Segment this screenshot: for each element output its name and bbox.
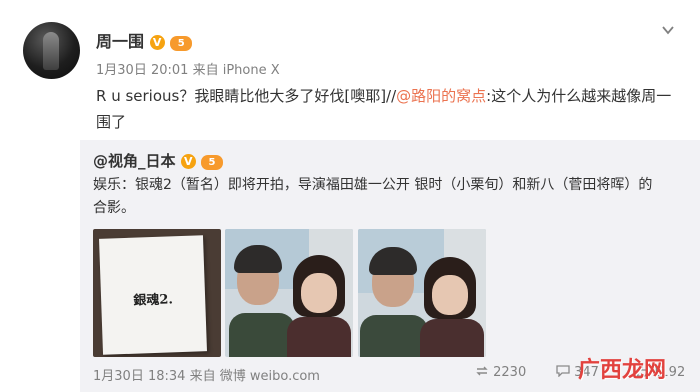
script-paper: 銀魂2. (99, 235, 207, 355)
post-text: R u serious？我眼睛比他大多了好伐[噢耶]//@路阳的窝点:这个人为什… (96, 83, 686, 135)
person2-face (432, 275, 468, 315)
person1-coat (360, 315, 428, 357)
post-source-prefix: 来自 (192, 63, 219, 78)
repost-count: 2230 (493, 365, 527, 380)
level-badge-icon: 5 (170, 36, 193, 51)
repost-verified-badge-icon: V (180, 154, 196, 169)
person2-coat (287, 317, 351, 357)
repost-image-selfie-1[interactable] (225, 229, 353, 357)
verified-badge-icon: V (149, 35, 165, 50)
post-source: iPhone X (222, 63, 280, 78)
post-time[interactable]: 1月30日 20:01 (96, 63, 188, 78)
repost-image-selfie-2[interactable] (358, 229, 486, 357)
chevron-down-icon[interactable] (660, 22, 676, 38)
repost-author-row: @视角_日本 V 5 (93, 150, 223, 171)
script-title: 銀魂2. (133, 292, 174, 309)
repost-icon (476, 366, 488, 376)
post-author-name[interactable]: 周一围 (96, 32, 144, 51)
mention-link[interactable]: @路阳的窝点 (396, 87, 486, 105)
repost-text: 娱乐：银魂2（暂名）即将开拍，导演福田雄一公开 银时（小栗旬）和新八（菅田将晖）… (93, 177, 653, 216)
repost-time[interactable]: 1月30日 18:34 (93, 369, 185, 384)
repost-author-name[interactable]: @视角_日本 (93, 152, 176, 170)
repost-source-prefix: 来自 (189, 369, 216, 384)
author-avatar[interactable] (23, 22, 80, 79)
repost-meta: 1月30日 18:34 来自 微博 weibo.com (93, 365, 320, 384)
repost-level-badge-icon: 5 (200, 155, 223, 170)
avatar-figure (43, 32, 59, 70)
post-meta: 1月30日 20:01 来自 iPhone X (96, 59, 280, 78)
repost-source: 微博 weibo.com (219, 369, 320, 384)
person2-face (301, 273, 337, 313)
comment-icon (556, 365, 570, 378)
post-text-part1: R u serious？我眼睛比他大多了好伐[噢耶]// (96, 87, 397, 105)
person1-coat (229, 313, 295, 357)
person2-coat (420, 319, 484, 357)
repost-image-script[interactable]: 銀魂2. (93, 229, 221, 357)
post-author-row: 周一围 V 5 (96, 28, 193, 52)
watermark-text: 广西龙网 (578, 357, 667, 383)
repost-action[interactable]: 2230 (475, 365, 526, 380)
